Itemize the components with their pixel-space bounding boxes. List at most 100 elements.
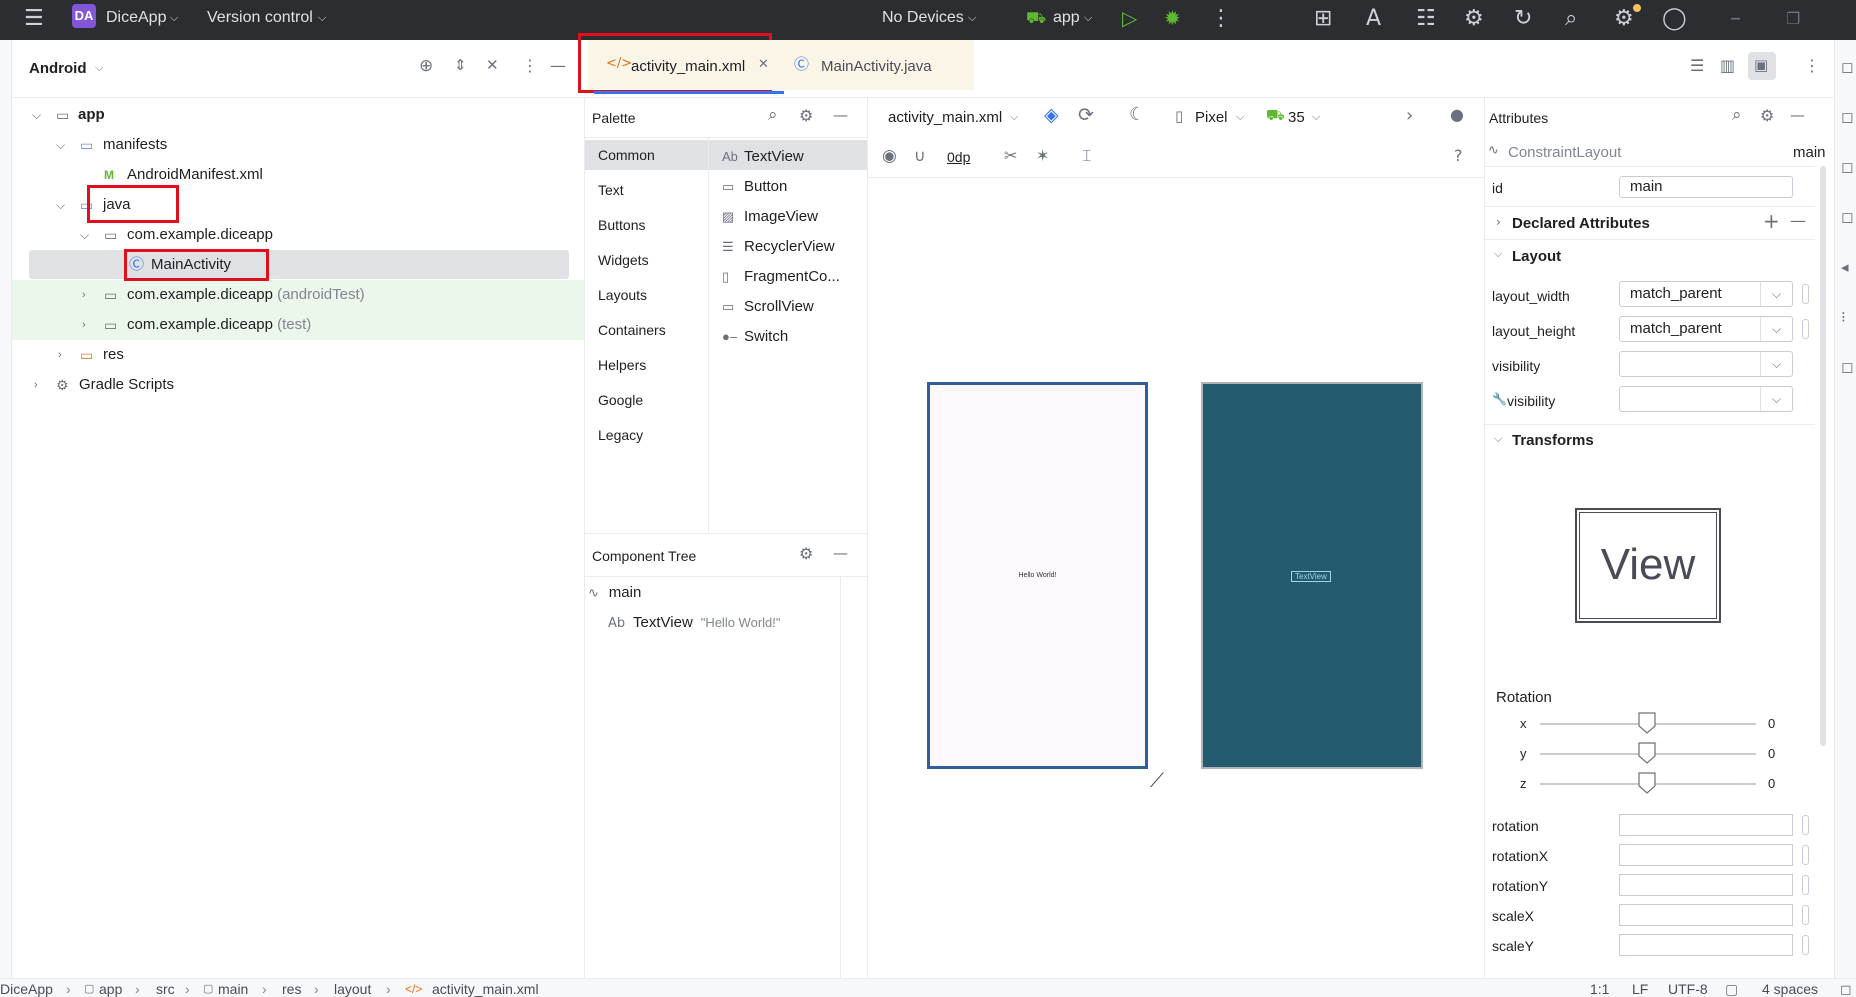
issues-icon[interactable]: ●: [1450, 107, 1464, 123]
search-icon[interactable]: ⌕: [1732, 107, 1742, 124]
breadcrumb-project[interactable]: DiceApp: [0, 981, 53, 997]
remove-icon[interactable]: —: [1790, 213, 1806, 229]
notifications-icon[interactable]: ◻: [1841, 60, 1853, 75]
layout-height-select[interactable]: match_parent ⌵: [1619, 316, 1793, 342]
emulator-icon[interactable]: ◻: [1841, 210, 1853, 225]
code-view-icon[interactable]: ☰: [1690, 58, 1704, 74]
more-icon[interactable]: ⋮: [1210, 6, 1232, 31]
layout-inspector-icon[interactable]: ☷: [1416, 6, 1436, 31]
component-tree-root[interactable]: ∿ main: [588, 584, 641, 606]
vcs-menu[interactable]: Version control: [207, 9, 313, 27]
scaley-picker[interactable]: [1802, 935, 1809, 955]
default-margin[interactable]: 0dp: [947, 149, 970, 165]
settings-icon[interactable]: ⚙: [1614, 6, 1634, 31]
rotation-z-slider[interactable]: [1638, 772, 1656, 794]
preview-textview[interactable]: Hello World!: [930, 572, 1145, 579]
caret-position[interactable]: 1:1: [1590, 981, 1609, 997]
palette-category-google[interactable]: Google: [598, 385, 643, 415]
more-icon[interactable]: ⋮: [1804, 58, 1820, 74]
running-devices-icon[interactable]: ◻: [1841, 160, 1853, 175]
palette-category-common[interactable]: Common: [598, 140, 655, 170]
guidelines-icon[interactable]: ⌶: [1082, 148, 1092, 164]
layout-height-picker[interactable]: [1802, 319, 1809, 339]
help-icon[interactable]: ?: [1454, 148, 1463, 164]
project-view-selector[interactable]: Android: [29, 60, 87, 77]
debug-icon[interactable]: ✹: [1164, 6, 1181, 30]
readonly-icon[interactable]: ▢: [1725, 981, 1738, 997]
resize-handle-icon[interactable]: ⟋: [1150, 770, 1164, 790]
account-icon[interactable]: ◯: [1662, 6, 1687, 31]
run-icon[interactable]: ▷: [1122, 6, 1137, 30]
eye-icon[interactable]: ◉: [882, 148, 897, 165]
palette-category-widgets[interactable]: Widgets: [598, 245, 649, 275]
clear-constraints-icon[interactable]: ✂: [1004, 148, 1017, 164]
rotationy-picker[interactable]: [1802, 875, 1809, 895]
device-manager-icon[interactable]: ◻: [1841, 110, 1853, 125]
locate-icon[interactable]: ⊕: [419, 58, 433, 75]
rotationy-input[interactable]: [1619, 874, 1793, 896]
file-selector[interactable]: activity_main.xml: [888, 109, 1002, 126]
device-manager-icon[interactable]: ⊞: [1314, 6, 1332, 31]
tree-item-res[interactable]: › ▭ res: [14, 340, 584, 370]
tree-item-mainactivity[interactable]: Ⓒ MainActivity: [14, 250, 584, 280]
palette-item-fragment[interactable]: ▯ FragmentCo...: [722, 262, 840, 292]
tab-mainactivity-java[interactable]: Ⓒ MainActivity.java: [774, 40, 974, 90]
add-icon[interactable]: +: [1763, 211, 1780, 231]
line-separator[interactable]: LF: [1632, 981, 1648, 997]
file-encoding[interactable]: UTF-8: [1668, 981, 1708, 997]
dots-icon[interactable]: ⁝: [1841, 310, 1846, 325]
rotation-picker[interactable]: [1802, 815, 1809, 835]
attributes-scrollbar[interactable]: [1820, 166, 1826, 746]
scalex-input[interactable]: [1619, 904, 1793, 926]
sync-icon[interactable]: ↻: [1514, 6, 1532, 31]
breadcrumb-src[interactable]: src: [156, 981, 175, 997]
api-selector[interactable]: 35: [1288, 109, 1305, 126]
run-config-selector[interactable]: app: [1053, 9, 1080, 27]
rotation-x-slider[interactable]: [1638, 712, 1656, 734]
layout-width-picker[interactable]: [1802, 284, 1809, 304]
rotationx-picker[interactable]: [1802, 845, 1809, 865]
restore-icon[interactable]: ❐: [1786, 9, 1800, 28]
panel-icon[interactable]: ◻: [1841, 360, 1853, 375]
design-view-button[interactable]: ▣: [1748, 52, 1776, 80]
sdk-manager-icon[interactable]: ⚙: [1464, 6, 1484, 31]
declared-attributes-header[interactable]: Declared Attributes: [1512, 215, 1650, 232]
rotation-y-slider[interactable]: [1638, 742, 1656, 764]
tools-visibility-select[interactable]: ⌵: [1619, 386, 1793, 412]
gemini-icon[interactable]: ◂: [1841, 260, 1849, 275]
tree-item-app[interactable]: ⌵ ▭ app: [14, 100, 584, 130]
rotation-input[interactable]: [1619, 814, 1793, 836]
chevron-down-icon[interactable]: ⌵: [1494, 433, 1502, 444]
settings-icon[interactable]: ⚙: [1760, 108, 1774, 124]
device-selector[interactable]: Pixel: [1195, 109, 1228, 126]
expand-all-icon[interactable]: ⇕: [454, 58, 467, 73]
transforms-section-header[interactable]: Transforms: [1512, 432, 1594, 449]
split-view-icon[interactable]: ▥: [1720, 58, 1735, 74]
search-icon[interactable]: ⌕: [1565, 6, 1577, 31]
search-icon[interactable]: ⌕: [768, 107, 778, 124]
scalex-picker[interactable]: [1802, 905, 1809, 925]
infer-constraints-icon[interactable]: ✶: [1036, 148, 1049, 164]
main-menu-icon[interactable]: ☰: [24, 6, 44, 31]
hide-icon[interactable]: —: [833, 546, 848, 561]
palette-category-legacy[interactable]: Legacy: [598, 420, 643, 450]
breadcrumb-app[interactable]: app: [99, 981, 122, 997]
hide-icon[interactable]: —: [833, 108, 848, 123]
palette-category-helpers[interactable]: Helpers: [598, 350, 646, 380]
palette-item-recyclerview[interactable]: ☰ RecyclerView: [722, 232, 835, 262]
component-tree-textview[interactable]: Ab TextView "Hello World!": [608, 614, 781, 636]
palette-category-containers[interactable]: Containers: [598, 315, 666, 345]
close-icon[interactable]: ✕: [758, 58, 769, 71]
blueprint-preview[interactable]: TextView: [1201, 382, 1423, 769]
night-mode-icon[interactable]: ☾: [1129, 106, 1145, 124]
indent-setting[interactable]: 4 spaces: [1762, 981, 1818, 997]
palette-item-switch[interactable]: ●– Switch: [722, 322, 788, 352]
settings-icon[interactable]: ⚙: [799, 546, 813, 562]
palette-item-scrollview[interactable]: ▭ ScrollView: [722, 292, 814, 322]
translate-icon[interactable]: A: [1366, 6, 1381, 31]
magnet-icon[interactable]: ∪: [914, 148, 926, 164]
breadcrumb-main[interactable]: main: [218, 981, 248, 997]
breadcrumb-layout[interactable]: layout: [334, 981, 371, 997]
scaley-input[interactable]: [1619, 934, 1793, 956]
palette-item-textview[interactable]: Ab TextView: [722, 142, 804, 172]
